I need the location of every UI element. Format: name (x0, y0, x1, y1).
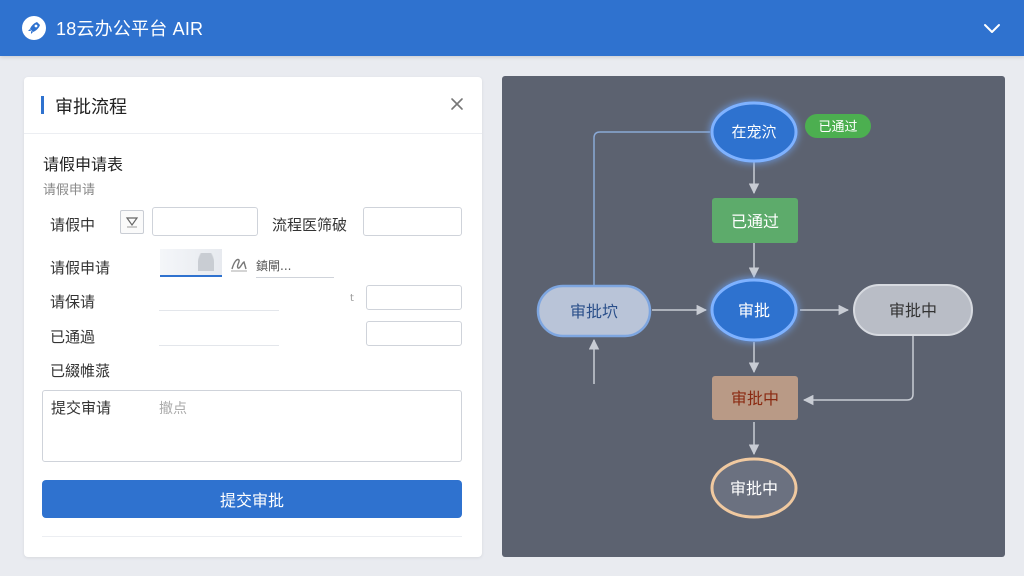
flow-node-passed[interactable]: 已通过 (712, 198, 798, 243)
approval-panel: 审批流程 请假申请表 请假申请 请假中 流程医筛破 请假申请 鎮閘... 请保请… (24, 77, 482, 557)
approved-field[interactable] (366, 321, 462, 346)
comment-label: 提交审请 (51, 399, 112, 417)
form-title: 请假申请表 (43, 155, 124, 174)
footer-divider (42, 536, 462, 537)
title-accent-bar (41, 96, 44, 114)
process-field[interactable] (363, 207, 462, 236)
approved-badge: 已通过 (805, 114, 871, 138)
leave-status-label: 请假中 (50, 216, 96, 234)
approved-badge-label: 已通过 (818, 120, 857, 135)
flow-diagram-panel: 在宠泬 已通过 已通过 审批坹 审批 审批中 审批中 审批中 (502, 76, 1005, 557)
rocket-logo-icon (22, 16, 46, 40)
leave-type-label: 请保请 (50, 293, 96, 311)
filter-select-icon[interactable] (120, 210, 144, 234)
leave-status-input[interactable] (153, 208, 257, 235)
flow-node-center-label: 审批 (738, 301, 770, 320)
panel-title: 审批流程 (55, 97, 127, 118)
approved-input[interactable] (367, 322, 461, 345)
divider (159, 345, 279, 346)
row2-link[interactable]: 鎮閘... (256, 257, 334, 278)
avatar-placeholder-icon (198, 253, 214, 271)
flow-node-pending-label: 审批中 (731, 389, 779, 408)
approved-label: 已通過 (50, 328, 96, 346)
panel-header: 审批流程 (24, 77, 482, 134)
app-header: 18云办公平台 AIR (0, 0, 1024, 56)
flow-node-top-label: 在宠泬 (731, 123, 776, 141)
edge-right-to-pending (802, 336, 914, 406)
close-icon[interactable] (448, 95, 466, 113)
divider (159, 310, 279, 311)
comment-placeholder: 撤点 (159, 401, 187, 417)
flow-node-top[interactable]: 在宠泬 (710, 101, 798, 163)
row2-link-text: 鎮閘... (256, 259, 292, 273)
form-subtitle: 请假申请 (43, 183, 96, 198)
avatar-upload[interactable] (160, 249, 222, 277)
flow-node-right[interactable]: 审批中 (853, 284, 973, 336)
leave-type-input[interactable] (367, 286, 461, 309)
flow-node-bottom[interactable]: 审批中 (710, 457, 798, 519)
leave-type-field[interactable] (366, 285, 462, 310)
flow-node-left[interactable]: 审批坹 (536, 284, 652, 338)
flow-diagram: 在宠泬 已通过 已通过 审批坹 审批 审批中 审批中 审批中 (536, 101, 973, 519)
flow-node-right-label: 审批中 (889, 301, 937, 320)
flow-node-center[interactable]: 审批 (710, 278, 798, 342)
attachment-label: 已綴帷蒎 (50, 362, 111, 380)
submit-approval-button[interactable]: 提交审批 (42, 480, 462, 518)
leave-request-label: 请假申请 (50, 259, 111, 277)
edge-left-to-top (593, 131, 710, 288)
flow-node-pending[interactable]: 审批中 (712, 376, 798, 420)
comment-textarea[interactable]: 提交审请 撤点 (42, 390, 462, 462)
leave-status-field[interactable] (152, 207, 258, 236)
app-title: 18云办公平台 AIR (56, 19, 204, 39)
signature-icon[interactable] (229, 254, 249, 274)
flow-node-passed-label: 已通过 (731, 212, 779, 231)
process-input[interactable] (364, 208, 461, 235)
flow-node-bottom-label: 审批中 (730, 479, 778, 498)
flow-node-left-label: 审批坹 (570, 302, 618, 321)
chevron-down-icon[interactable] (980, 16, 1004, 40)
process-label: 流程医筛破 (272, 216, 348, 234)
row3-mark: t (350, 293, 354, 304)
